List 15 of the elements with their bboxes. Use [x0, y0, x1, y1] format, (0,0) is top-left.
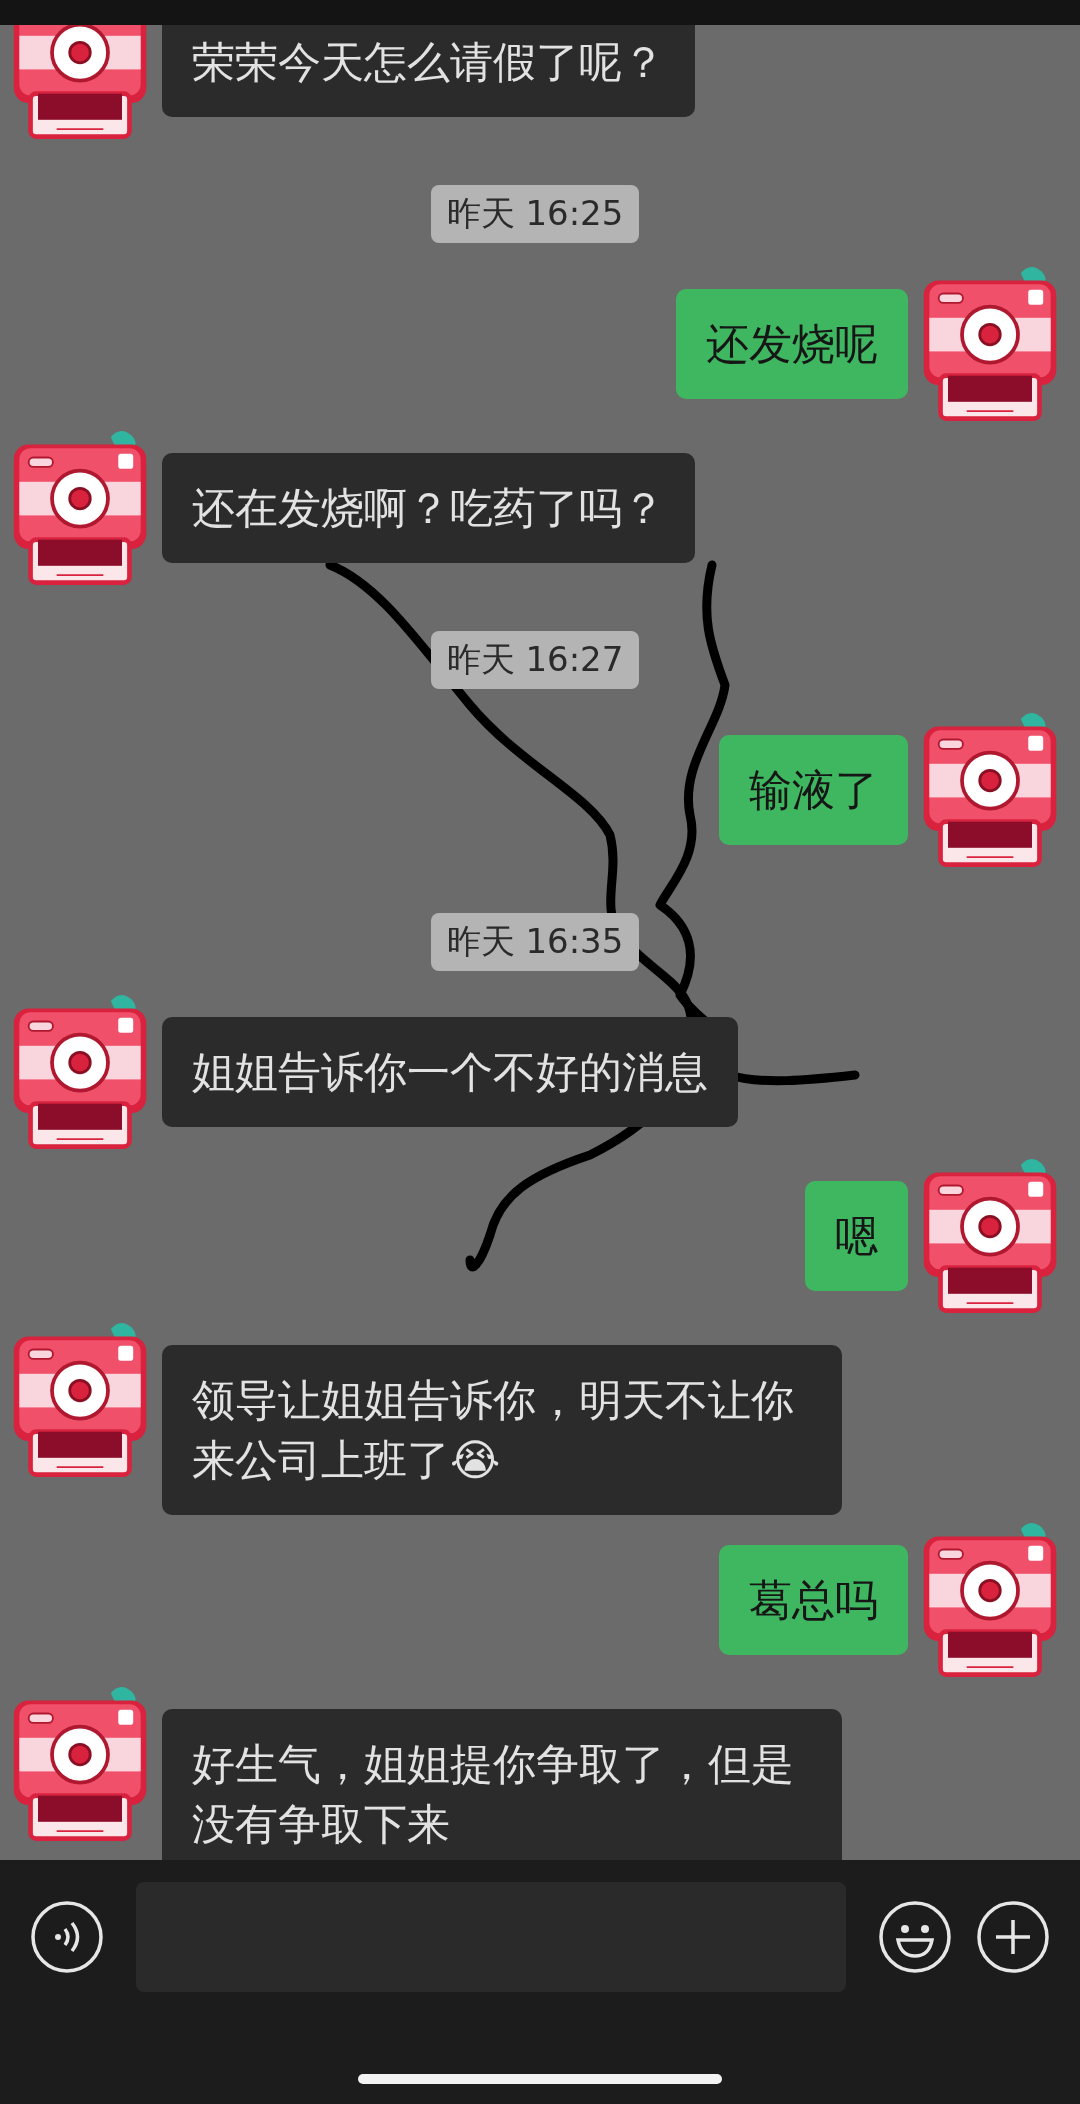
voice-icon[interactable]: [30, 1900, 104, 1974]
message-bubble: 荣荣今天怎么请假了呢？: [162, 25, 695, 117]
message-bubble: 葛总吗: [719, 1545, 908, 1655]
message-bubble: 姐姐告诉你一个不好的消息: [162, 1017, 738, 1127]
message-bubble: 领导让姐姐告诉你，明天不让你来公司上班了😭: [162, 1345, 842, 1515]
message-bubble: 输液了: [719, 735, 908, 845]
timestamp: 昨天 16:25: [430, 185, 640, 243]
emoji-icon[interactable]: [878, 1900, 952, 1974]
message-bubble: 还在发烧啊？吃药了吗？: [162, 453, 695, 563]
timestamp: 昨天 16:27: [430, 631, 640, 689]
message-bubble: 嗯: [805, 1181, 908, 1291]
timestamp: 昨天 16:35: [430, 913, 640, 971]
message-bubble: 好生气，姐姐提你争取了，但是没有争取下来: [162, 1709, 842, 1860]
message-bubble: 还发烧呢: [676, 289, 908, 399]
plus-icon[interactable]: [976, 1900, 1050, 1974]
